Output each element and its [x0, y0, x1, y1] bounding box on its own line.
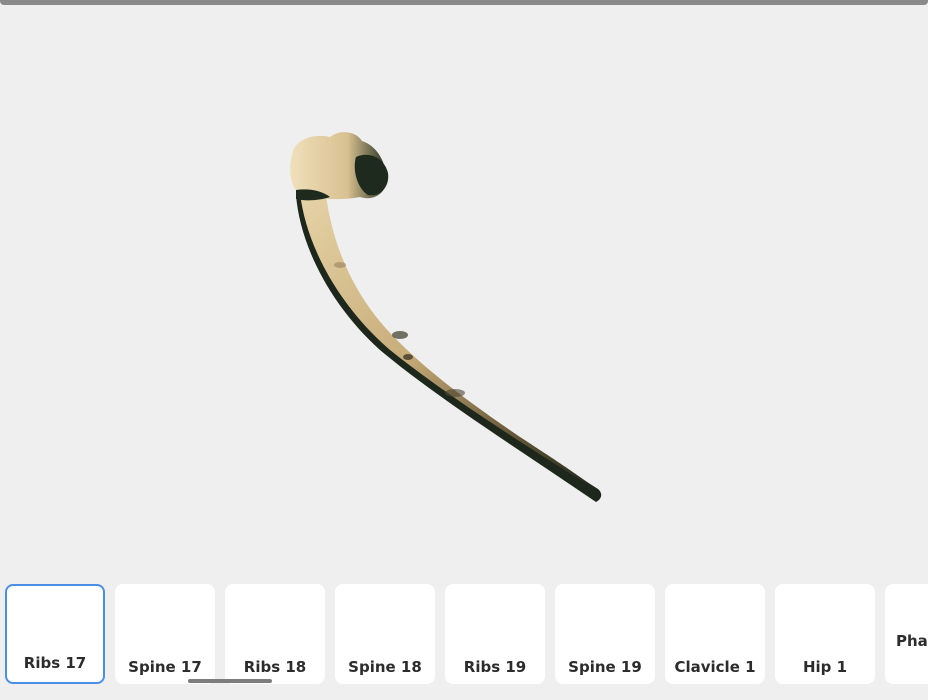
model-viewer[interactable]	[0, 5, 928, 575]
thumbnail-strip[interactable]: Ribs 17 Spine 17 Ribs 18 Spine 18 Ribs 1…	[0, 575, 928, 700]
thumbnail-label: Hip 1	[802, 658, 848, 676]
thumbnail-label: Ribs 19	[463, 658, 527, 676]
thumbnail-label: Ribs 18	[243, 658, 307, 676]
horizontal-scrollbar[interactable]	[188, 679, 272, 683]
thumbnail-label: Phal	[896, 632, 928, 650]
thumbnail-phal[interactable]: Phal	[885, 584, 928, 684]
thumbnail-spine-19[interactable]: Spine 19	[555, 584, 655, 684]
thumbnail-ribs-17[interactable]: Ribs 17	[5, 584, 105, 684]
thumbnail-ribs-19[interactable]: Ribs 19	[445, 584, 545, 684]
thumbnail-clavicle-1[interactable]: Clavicle 1	[665, 584, 765, 684]
thumbnail-ribs-18[interactable]: Ribs 18	[225, 584, 325, 684]
thumbnail-spine-18[interactable]: Spine 18	[335, 584, 435, 684]
thumbnail-hip-1[interactable]: Hip 1	[775, 584, 875, 684]
rib-bone-3d-model[interactable]	[0, 5, 928, 575]
thumbnail-label: Spine 19	[568, 658, 642, 676]
thumbnail-label: Ribs 17	[23, 654, 87, 672]
thumbnail-label: Spine 18	[348, 658, 422, 676]
thumbnail-spine-17[interactable]: Spine 17	[115, 584, 215, 684]
thumbnail-label: Spine 17	[128, 658, 202, 676]
thumbnail-label: Clavicle 1	[674, 658, 756, 676]
